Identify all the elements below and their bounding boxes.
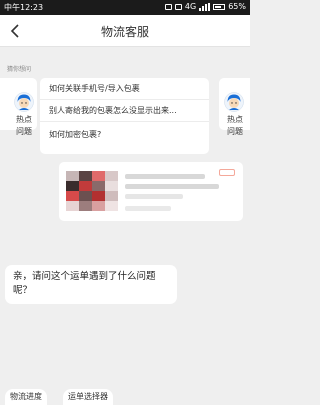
hot-questions-label: 热点 问题 xyxy=(222,114,248,138)
hot-questions-card: 如何关联手机号/导入包裹 别人寄给我的包裹怎么没显示出来... 如何加密包裹? xyxy=(40,78,209,154)
question-item[interactable]: 如何关联手机号/导入包裹 xyxy=(40,78,209,100)
battery-icon xyxy=(213,3,226,10)
question-list: 如何关联手机号/导入包裹 别人寄给我的包裹怎么没显示出来... 如何加密包裹? xyxy=(40,78,209,148)
image-icon xyxy=(174,3,182,10)
status-time: 中午12:23 xyxy=(4,3,44,12)
hot-questions-card-prev[interactable]: 热点 问题 xyxy=(0,78,37,136)
order-detail-blur xyxy=(125,194,183,199)
agent-message-bubble: 亲，请问这个运单遇到了什么问题呢？ xyxy=(5,265,177,304)
signal-icon xyxy=(199,2,211,11)
question-item[interactable]: 别人寄给我的包裹怎么没显示出来... xyxy=(40,100,209,122)
network-label: 4G xyxy=(184,2,197,11)
notification-icon xyxy=(164,3,172,10)
status-icons: 4G 65% xyxy=(164,2,246,11)
agent-avatar-icon xyxy=(14,92,34,112)
order-detail-blur xyxy=(125,206,171,211)
quick-action-logistics-progress[interactable]: 物流进度 xyxy=(5,389,47,405)
page-title: 物流客服 xyxy=(100,25,149,39)
hot-label-line1: 热点 xyxy=(16,115,32,124)
guess-label: 猜你想问 xyxy=(7,66,32,73)
order-thumbnail xyxy=(66,171,118,211)
order-subtitle-blur xyxy=(125,184,219,189)
header-bar: 物流客服 xyxy=(0,15,250,47)
quick-action-waybill-selector[interactable]: 运单选择器 xyxy=(63,389,113,405)
hot-label-line2: 问题 xyxy=(227,127,243,136)
status-bar: 中午12:23 4G 65% xyxy=(0,0,250,15)
order-status-tag xyxy=(219,169,235,176)
battery-percent: 65% xyxy=(228,2,246,11)
question-item[interactable]: 如何加密包裹? xyxy=(40,122,209,148)
agent-avatar-icon xyxy=(224,92,244,112)
hot-questions-card-next[interactable]: 热点 问题 xyxy=(219,78,250,136)
order-title-blur xyxy=(125,174,205,179)
hot-questions-label: 热点 问题 xyxy=(11,114,37,138)
hot-label-line2: 问题 xyxy=(16,127,32,136)
hot-label-line1: 热点 xyxy=(227,115,243,124)
shared-order-card[interactable] xyxy=(59,162,243,221)
